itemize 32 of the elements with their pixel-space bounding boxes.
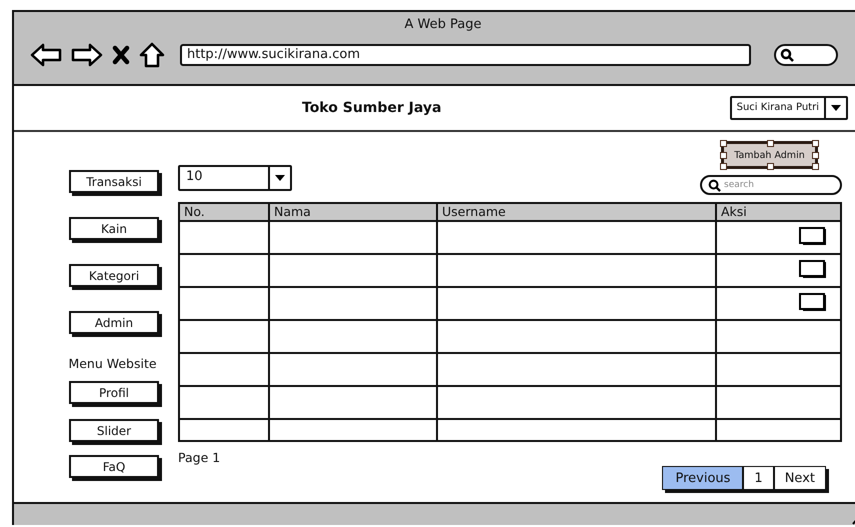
search-field[interactable] <box>774 44 838 66</box>
home-icon[interactable] <box>139 42 165 68</box>
menu-button[interactable]: Profil <box>69 381 159 404</box>
pagination-button[interactable]: Previous <box>662 466 744 490</box>
menu-button[interactable]: FaQ <box>69 455 159 478</box>
menu-button[interactable]: Kain <box>69 217 159 240</box>
pagination-button[interactable]: Next <box>774 466 826 490</box>
column-header: Nama <box>270 204 438 222</box>
back-icon[interactable] <box>30 43 62 67</box>
add-admin-button[interactable]: Tambah Admin <box>721 141 818 170</box>
search-icon <box>780 48 794 62</box>
user-dropdown[interactable]: Suci Kirana Putri <box>730 96 848 120</box>
menu-button[interactable]: Kategori <box>69 264 159 288</box>
menu-button[interactable]: Slider <box>69 419 159 442</box>
menu-button[interactable]: Admin <box>69 311 159 334</box>
forward-icon[interactable] <box>71 43 103 67</box>
caret-icon <box>831 105 841 112</box>
window-title: A Web Page <box>404 17 482 32</box>
address-field[interactable]: http://www.sucikirana.com <box>180 44 751 66</box>
search-icon <box>708 178 721 192</box>
caret-icon <box>275 175 285 182</box>
pagination-button[interactable]: 1 <box>743 466 774 490</box>
column-header: Username <box>438 204 717 222</box>
close-icon[interactable] <box>112 45 130 65</box>
search-field[interactable]: search <box>700 175 842 196</box>
page-size-dropdown[interactable]: 10 <box>178 165 292 192</box>
column-header: Aksi <box>717 204 840 222</box>
page-title: Toko Sumber Jaya <box>302 100 442 116</box>
page-label: Page 1 <box>178 450 220 468</box>
column-header: No. <box>180 204 270 222</box>
section-label: Menu Website <box>68 356 157 372</box>
menu-button[interactable]: Transaksi <box>69 170 159 194</box>
